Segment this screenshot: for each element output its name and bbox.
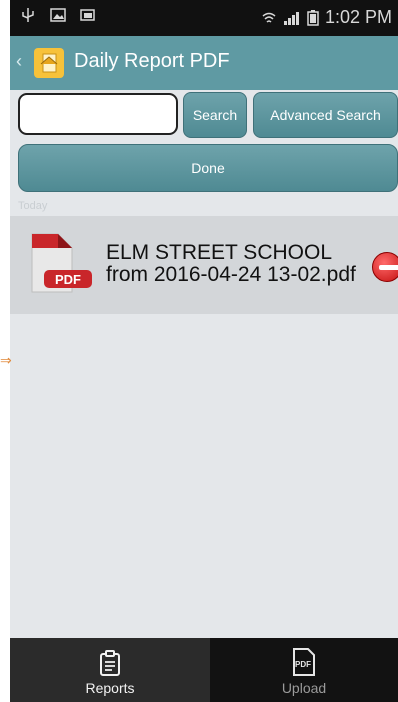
clipboard-icon	[100, 650, 120, 676]
tab-upload[interactable]: PDF Upload	[210, 638, 398, 702]
arrow-icon: ⇒	[0, 352, 12, 368]
done-button[interactable]: Done	[18, 144, 398, 192]
pdf-label: PDF	[55, 272, 81, 287]
pdf-icon-label: PDF	[295, 660, 311, 669]
file-list-item[interactable]: PDF ELM STREET SCHOOL from 2016-04-24 13…	[10, 216, 398, 314]
tab-bar: Reports PDF Upload	[10, 638, 398, 702]
gallery-icon	[80, 9, 95, 21]
file-name-line2: from 2016-04-24 13-02.pdf	[106, 263, 356, 286]
app-screen: 1:02 PM ‹ Daily Report PDF Search Advanc…	[10, 0, 398, 702]
battery-icon	[307, 9, 319, 26]
tab-reports-label: Reports	[85, 680, 135, 696]
search-button[interactable]: Search	[183, 92, 247, 138]
tab-upload-label: Upload	[281, 680, 327, 696]
search-input[interactable]	[18, 93, 178, 135]
file-name: ELM STREET SCHOOL from 2016-04-24 13-02.…	[106, 242, 356, 286]
tab-reports[interactable]: Reports	[10, 638, 210, 702]
action-bar: ‹ Daily Report PDF	[10, 36, 398, 90]
chevron-left-icon[interactable]: ‹	[16, 51, 22, 72]
section-header-today: Today	[18, 200, 48, 212]
file-name-line1: ELM STREET SCHOOL	[106, 241, 332, 264]
wifi-icon	[262, 12, 276, 23]
delete-icon[interactable]	[372, 252, 398, 282]
advanced-search-button[interactable]: Advanced Search	[253, 92, 398, 138]
pdf-icon: PDF	[292, 648, 316, 676]
signal-icon	[283, 11, 299, 25]
app-logo-icon[interactable]	[34, 48, 64, 78]
usb-icon	[22, 8, 34, 22]
clock: 1:02 PM	[324, 7, 392, 27]
pdf-file-icon: PDF	[28, 232, 98, 294]
image-icon	[50, 8, 66, 22]
status-bar: 1:02 PM	[10, 0, 398, 36]
page-title: Daily Report PDF	[74, 50, 230, 72]
